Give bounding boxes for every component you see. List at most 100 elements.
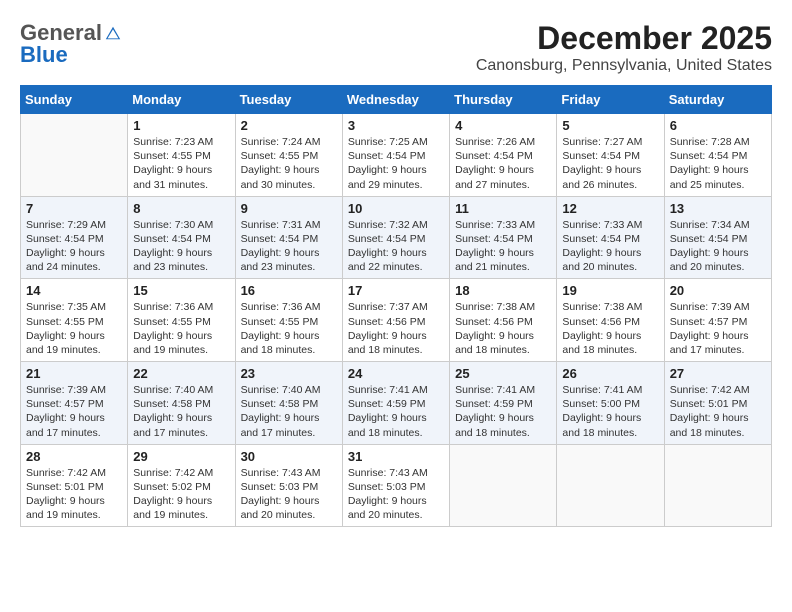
day-info: Sunrise: 7:34 AM Sunset: 4:54 PM Dayligh… — [670, 218, 766, 275]
calendar-week-row: 21 Sunrise: 7:39 AM Sunset: 4:57 PM Dayli… — [21, 362, 772, 445]
calendar-cell: 27 Sunrise: 7:42 AM Sunset: 5:01 PM Dayli… — [664, 362, 771, 445]
calendar-week-row: 28 Sunrise: 7:42 AM Sunset: 5:01 PM Dayli… — [21, 444, 772, 527]
day-info: Sunrise: 7:36 AM Sunset: 4:55 PM Dayligh… — [241, 300, 337, 357]
calendar-cell: 12 Sunrise: 7:33 AM Sunset: 4:54 PM Dayli… — [557, 196, 664, 279]
day-info: Sunrise: 7:33 AM Sunset: 4:54 PM Dayligh… — [562, 218, 658, 275]
day-number: 2 — [241, 118, 337, 133]
page-title: December 2025 — [476, 20, 772, 57]
calendar-cell: 22 Sunrise: 7:40 AM Sunset: 4:58 PM Dayli… — [128, 362, 235, 445]
calendar-cell: 19Sunrise: 7:38 AM Sunset: 4:56 PM Dayli… — [557, 279, 664, 362]
calendar-week-row: 7 Sunrise: 7:29 AM Sunset: 4:54 PM Daylig… — [21, 196, 772, 279]
calendar-cell: 2 Sunrise: 7:24 AM Sunset: 4:55 PM Daylig… — [235, 114, 342, 197]
calendar-cell: 5 Sunrise: 7:27 AM Sunset: 4:54 PM Daylig… — [557, 114, 664, 197]
calendar-week-row: 14 Sunrise: 7:35 AM Sunset: 4:55 PM Dayli… — [21, 279, 772, 362]
day-info: Sunrise: 7:35 AM Sunset: 4:55 PM Dayligh… — [26, 300, 122, 357]
page-header: General Blue December 2025 Canonsburg, P… — [20, 20, 772, 75]
calendar-cell — [450, 444, 557, 527]
calendar-cell: 4Sunrise: 7:26 AM Sunset: 4:54 PM Daylig… — [450, 114, 557, 197]
logo: General Blue — [20, 20, 122, 68]
calendar-cell: 14 Sunrise: 7:35 AM Sunset: 4:55 PM Dayli… — [21, 279, 128, 362]
calendar-cell: 7 Sunrise: 7:29 AM Sunset: 4:54 PM Daylig… — [21, 196, 128, 279]
calendar-cell: 13 Sunrise: 7:34 AM Sunset: 4:54 PM Dayli… — [664, 196, 771, 279]
day-number: 20 — [670, 283, 766, 298]
day-info: Sunrise: 7:43 AM Sunset: 5:03 PM Dayligh… — [348, 466, 444, 523]
day-info: Sunrise: 7:29 AM Sunset: 4:54 PM Dayligh… — [26, 218, 122, 275]
day-number: 16 — [241, 283, 337, 298]
day-info: Sunrise: 7:40 AM Sunset: 4:58 PM Dayligh… — [133, 383, 229, 440]
day-number: 1 — [133, 118, 229, 133]
day-number: 18 — [455, 283, 551, 298]
day-number: 12 — [562, 201, 658, 216]
day-header-thursday: Thursday — [450, 86, 557, 114]
day-header-friday: Friday — [557, 86, 664, 114]
day-number: 5 — [562, 118, 658, 133]
day-number: 22 — [133, 366, 229, 381]
day-info: Sunrise: 7:42 AM Sunset: 5:01 PM Dayligh… — [670, 383, 766, 440]
calendar-cell: 11Sunrise: 7:33 AM Sunset: 4:54 PM Dayli… — [450, 196, 557, 279]
day-number: 9 — [241, 201, 337, 216]
calendar-cell — [664, 444, 771, 527]
day-number: 17 — [348, 283, 444, 298]
logo-icon — [104, 24, 122, 42]
day-info: Sunrise: 7:43 AM Sunset: 5:03 PM Dayligh… — [241, 466, 337, 523]
day-number: 21 — [26, 366, 122, 381]
day-number: 10 — [348, 201, 444, 216]
day-number: 15 — [133, 283, 229, 298]
calendar-cell: 31Sunrise: 7:43 AM Sunset: 5:03 PM Dayli… — [342, 444, 449, 527]
day-info: Sunrise: 7:41 AM Sunset: 4:59 PM Dayligh… — [455, 383, 551, 440]
calendar-cell: 1Sunrise: 7:23 AM Sunset: 4:55 PM Daylig… — [128, 114, 235, 197]
day-header-wednesday: Wednesday — [342, 86, 449, 114]
day-number: 27 — [670, 366, 766, 381]
day-number: 19 — [562, 283, 658, 298]
day-number: 30 — [241, 449, 337, 464]
calendar-cell — [557, 444, 664, 527]
calendar-cell: 23Sunrise: 7:40 AM Sunset: 4:58 PM Dayli… — [235, 362, 342, 445]
day-header-tuesday: Tuesday — [235, 86, 342, 114]
day-info: Sunrise: 7:39 AM Sunset: 4:57 PM Dayligh… — [26, 383, 122, 440]
day-info: Sunrise: 7:30 AM Sunset: 4:54 PM Dayligh… — [133, 218, 229, 275]
day-number: 7 — [26, 201, 122, 216]
calendar-cell: 26 Sunrise: 7:41 AM Sunset: 5:00 PM Dayli… — [557, 362, 664, 445]
calendar-cell: 20 Sunrise: 7:39 AM Sunset: 4:57 PM Dayli… — [664, 279, 771, 362]
day-info: Sunrise: 7:33 AM Sunset: 4:54 PM Dayligh… — [455, 218, 551, 275]
calendar-cell: 6Sunrise: 7:28 AM Sunset: 4:54 PM Daylig… — [664, 114, 771, 197]
calendar-week-row: 1Sunrise: 7:23 AM Sunset: 4:55 PM Daylig… — [21, 114, 772, 197]
calendar-cell: 8 Sunrise: 7:30 AM Sunset: 4:54 PM Daylig… — [128, 196, 235, 279]
day-info: Sunrise: 7:41 AM Sunset: 5:00 PM Dayligh… — [562, 383, 658, 440]
calendar-header-row: SundayMondayTuesdayWednesdayThursdayFrid… — [21, 86, 772, 114]
day-info: Sunrise: 7:27 AM Sunset: 4:54 PM Dayligh… — [562, 135, 658, 192]
calendar-cell: 16 Sunrise: 7:36 AM Sunset: 4:55 PM Dayli… — [235, 279, 342, 362]
day-info: Sunrise: 7:37 AM Sunset: 4:56 PM Dayligh… — [348, 300, 444, 357]
day-header-monday: Monday — [128, 86, 235, 114]
day-info: Sunrise: 7:36 AM Sunset: 4:55 PM Dayligh… — [133, 300, 229, 357]
day-number: 24 — [348, 366, 444, 381]
day-number: 28 — [26, 449, 122, 464]
calendar-cell: 24 Sunrise: 7:41 AM Sunset: 4:59 PM Dayli… — [342, 362, 449, 445]
day-info: Sunrise: 7:40 AM Sunset: 4:58 PM Dayligh… — [241, 383, 337, 440]
day-number: 25 — [455, 366, 551, 381]
day-info: Sunrise: 7:42 AM Sunset: 5:02 PM Dayligh… — [133, 466, 229, 523]
logo-blue: Blue — [20, 42, 68, 68]
day-header-sunday: Sunday — [21, 86, 128, 114]
title-block: December 2025 Canonsburg, Pennsylvania, … — [476, 20, 772, 75]
day-number: 14 — [26, 283, 122, 298]
day-number: 13 — [670, 201, 766, 216]
day-info: Sunrise: 7:42 AM Sunset: 5:01 PM Dayligh… — [26, 466, 122, 523]
calendar-cell: 18Sunrise: 7:38 AM Sunset: 4:56 PM Dayli… — [450, 279, 557, 362]
day-info: Sunrise: 7:24 AM Sunset: 4:55 PM Dayligh… — [241, 135, 337, 192]
calendar-cell: 28 Sunrise: 7:42 AM Sunset: 5:01 PM Dayli… — [21, 444, 128, 527]
day-number: 6 — [670, 118, 766, 133]
calendar-cell: 29Sunrise: 7:42 AM Sunset: 5:02 PM Dayli… — [128, 444, 235, 527]
day-number: 8 — [133, 201, 229, 216]
calendar-cell: 15 Sunrise: 7:36 AM Sunset: 4:55 PM Dayli… — [128, 279, 235, 362]
day-info: Sunrise: 7:39 AM Sunset: 4:57 PM Dayligh… — [670, 300, 766, 357]
calendar-cell: 17 Sunrise: 7:37 AM Sunset: 4:56 PM Dayli… — [342, 279, 449, 362]
day-number: 26 — [562, 366, 658, 381]
day-header-saturday: Saturday — [664, 86, 771, 114]
day-info: Sunrise: 7:32 AM Sunset: 4:54 PM Dayligh… — [348, 218, 444, 275]
day-info: Sunrise: 7:25 AM Sunset: 4:54 PM Dayligh… — [348, 135, 444, 192]
day-number: 3 — [348, 118, 444, 133]
day-info: Sunrise: 7:31 AM Sunset: 4:54 PM Dayligh… — [241, 218, 337, 275]
day-number: 4 — [455, 118, 551, 133]
day-info: Sunrise: 7:41 AM Sunset: 4:59 PM Dayligh… — [348, 383, 444, 440]
